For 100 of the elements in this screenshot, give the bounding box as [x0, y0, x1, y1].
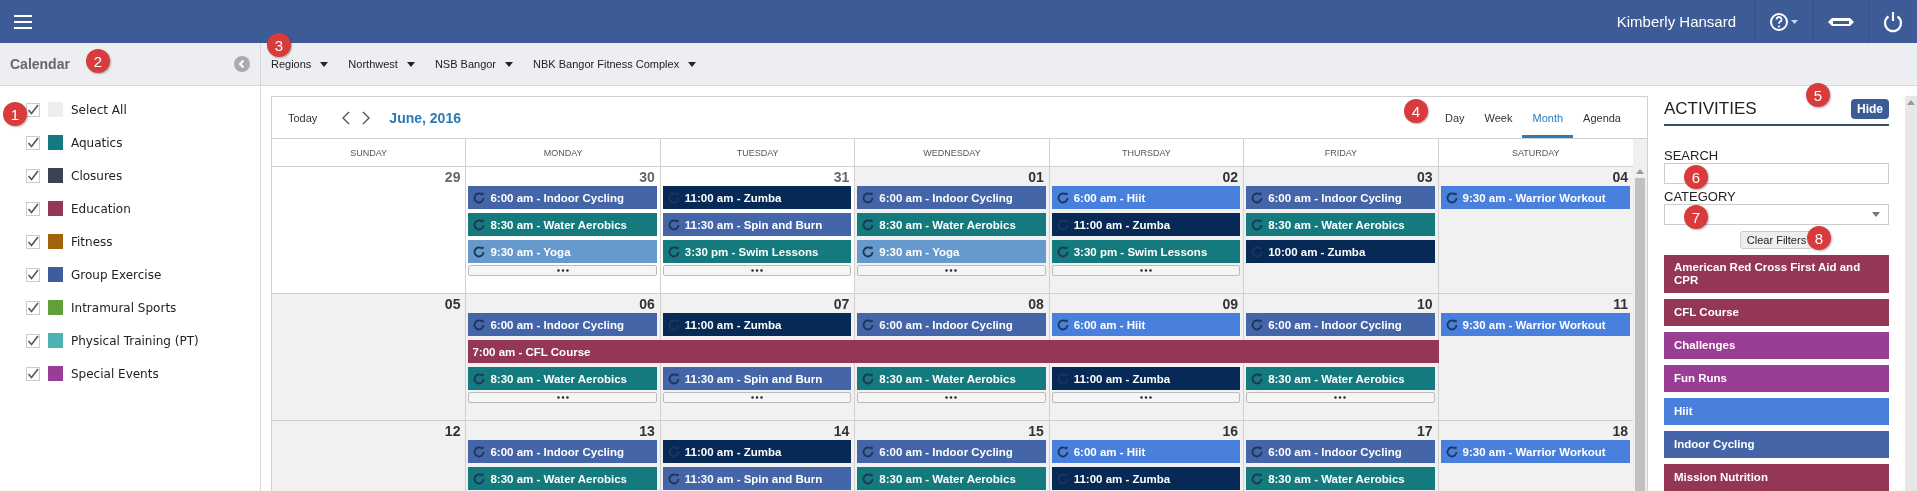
- event[interactable]: 6:00 am - Indoor Cycling: [468, 440, 657, 463]
- month-title: June, 2016: [389, 109, 461, 126]
- weekday-header: TUESDAY: [736, 147, 779, 158]
- event[interactable]: 8:30 am - Water Aerobics: [468, 367, 657, 390]
- sidebar-title: Calendar: [10, 56, 70, 72]
- event[interactable]: 11:00 am - Zumba: [662, 313, 852, 336]
- caret-icon: [320, 61, 329, 67]
- event[interactable]: 8:30 am - Water Aerobics: [857, 367, 1046, 390]
- activity-item[interactable]: Challenges: [1664, 332, 1889, 359]
- category-label: Physical Training (PT): [71, 333, 199, 348]
- date-number: 08: [1028, 296, 1045, 313]
- event[interactable]: 9:30 am - Yoga: [468, 240, 657, 263]
- repeat-icon: [1250, 217, 1265, 232]
- checkbox[interactable]: [26, 135, 40, 150]
- chevron-left-icon: [341, 110, 351, 125]
- callout-badge: 4: [1404, 99, 1428, 123]
- scrollbar[interactable]: [1633, 139, 1647, 491]
- scrollbar[interactable]: [1905, 96, 1917, 491]
- category-label: Group Exercise: [71, 267, 162, 282]
- repeat-icon: [666, 444, 681, 459]
- ellipsis-icon: [556, 396, 569, 399]
- event[interactable]: 6:00 am - Indoor Cycling: [857, 440, 1046, 463]
- date-number: 18: [1612, 423, 1629, 440]
- event[interactable]: 9:30 am - Warrior Workout: [1440, 440, 1630, 463]
- event[interactable]: 6:00 am - Indoor Cycling: [1246, 186, 1435, 209]
- category-label: Intramural Sports: [71, 300, 177, 315]
- ellipsis-icon: [556, 269, 569, 272]
- event-banner[interactable]: 7:00 am - CFL Course: [468, 340, 661, 363]
- category-select[interactable]: [1664, 203, 1889, 225]
- repeat-icon: [861, 471, 876, 486]
- checkbox[interactable]: [26, 333, 40, 348]
- event[interactable]: 6:00 am - Indoor Cycling: [468, 313, 657, 336]
- scroll-up-icon: [1636, 169, 1644, 174]
- event[interactable]: 6:00 am - Indoor Cycling: [1246, 440, 1435, 463]
- repeat-icon: [861, 244, 876, 259]
- view-tab[interactable]: Agenda: [1573, 97, 1631, 138]
- event[interactable]: 11:30 am - Spin and Burn: [662, 467, 852, 490]
- location-dropdown[interactable]: NSB Bangor: [434, 58, 514, 70]
- event[interactable]: 11:00 am - Zumba: [1051, 467, 1241, 490]
- activity-item[interactable]: Mission Nutrition: [1664, 464, 1889, 491]
- checkbox[interactable]: [26, 234, 40, 249]
- event[interactable]: 8:30 am - Water Aerobics: [468, 213, 657, 236]
- search-field[interactable]: [1664, 162, 1889, 184]
- event[interactable]: 8:30 am - Water Aerobics: [857, 213, 1046, 236]
- event[interactable]: 10:00 am - Zumba: [1246, 240, 1435, 263]
- event[interactable]: 6:00 am - Indoor Cycling: [857, 186, 1046, 209]
- activity-item[interactable]: Fun Runs: [1664, 365, 1889, 392]
- event[interactable]: 6:00 am - Hiit: [1051, 440, 1241, 463]
- event[interactable]: 3:30 pm - Swim Lessons: [662, 240, 852, 263]
- event[interactable]: 11:00 am - Zumba: [1051, 367, 1241, 390]
- event[interactable]: 11:00 am - Zumba: [1051, 213, 1241, 236]
- date-number: 02: [1222, 169, 1240, 186]
- checkbox[interactable]: [26, 168, 40, 183]
- event[interactable]: 11:30 am - Spin and Burn: [662, 213, 852, 236]
- repeat-icon: [1250, 317, 1265, 332]
- event[interactable]: 8:30 am - Water Aerobics: [1246, 367, 1435, 390]
- location-dropdown[interactable]: Regions: [271, 58, 329, 70]
- date-number: 29: [444, 169, 462, 186]
- view-tab[interactable]: Month: [1522, 97, 1574, 138]
- category-label: Closures: [71, 168, 123, 183]
- event[interactable]: 6:00 am - Hiit: [1051, 186, 1241, 209]
- caret-icon: [505, 61, 514, 67]
- activity-item[interactable]: American Red Cross First Aid and CPR: [1664, 255, 1889, 293]
- weekday-header: MONDAY: [543, 147, 583, 158]
- hide-button[interactable]: Hide: [1851, 99, 1889, 120]
- event[interactable]: 8:30 am - Water Aerobics: [468, 467, 657, 490]
- event[interactable]: 8:30 am - Water Aerobics: [857, 467, 1046, 490]
- event[interactable]: 6:00 am - Hiit: [1051, 313, 1241, 336]
- repeat-icon: [861, 190, 876, 205]
- event[interactable]: 8:30 am - Water Aerobics: [1246, 467, 1435, 490]
- activity-item[interactable]: CFL Course: [1664, 299, 1889, 326]
- event[interactable]: 11:00 am - Zumba: [662, 186, 852, 209]
- date-number: 04: [1612, 169, 1629, 186]
- date-number: 13: [639, 423, 656, 440]
- clear-filters-button[interactable]: Clear Filters: [1739, 231, 1814, 249]
- caret-icon: [1872, 211, 1880, 217]
- event[interactable]: 11:00 am - Zumba: [662, 440, 852, 463]
- event[interactable]: 6:00 am - Indoor Cycling: [468, 186, 657, 209]
- location-dropdown[interactable]: Northwest: [348, 58, 415, 70]
- event[interactable]: 6:00 am - Indoor Cycling: [1246, 313, 1435, 336]
- today-button[interactable]: Today: [288, 111, 318, 124]
- checkbox[interactable]: [26, 201, 40, 216]
- event[interactable]: 6:00 am - Indoor Cycling: [857, 313, 1046, 336]
- view-tab[interactable]: Week: [1474, 97, 1523, 138]
- view-tab[interactable]: Day: [1435, 97, 1475, 138]
- location-dropdown[interactable]: NBK Bangor Fitness Complex: [533, 58, 697, 70]
- checkbox[interactable]: [26, 366, 40, 381]
- event[interactable]: 9:30 am - Warrior Workout: [1440, 186, 1630, 209]
- event[interactable]: 9:30 am - Yoga: [857, 240, 1046, 263]
- checkbox[interactable]: [26, 300, 40, 315]
- weekday-header: SUNDAY: [350, 147, 388, 158]
- event[interactable]: 8:30 am - Water Aerobics: [1246, 213, 1435, 236]
- event[interactable]: 3:30 pm - Swim Lessons: [1051, 240, 1241, 263]
- activity-item[interactable]: Hiit: [1664, 398, 1889, 425]
- event[interactable]: 9:30 am - Warrior Workout: [1440, 313, 1630, 336]
- category-label: Aquatics: [71, 135, 123, 150]
- activity-item[interactable]: Indoor Cycling: [1664, 431, 1889, 458]
- checkbox[interactable]: [26, 267, 40, 282]
- event[interactable]: 11:30 am - Spin and Burn: [662, 367, 852, 390]
- checkbox[interactable]: [26, 102, 40, 117]
